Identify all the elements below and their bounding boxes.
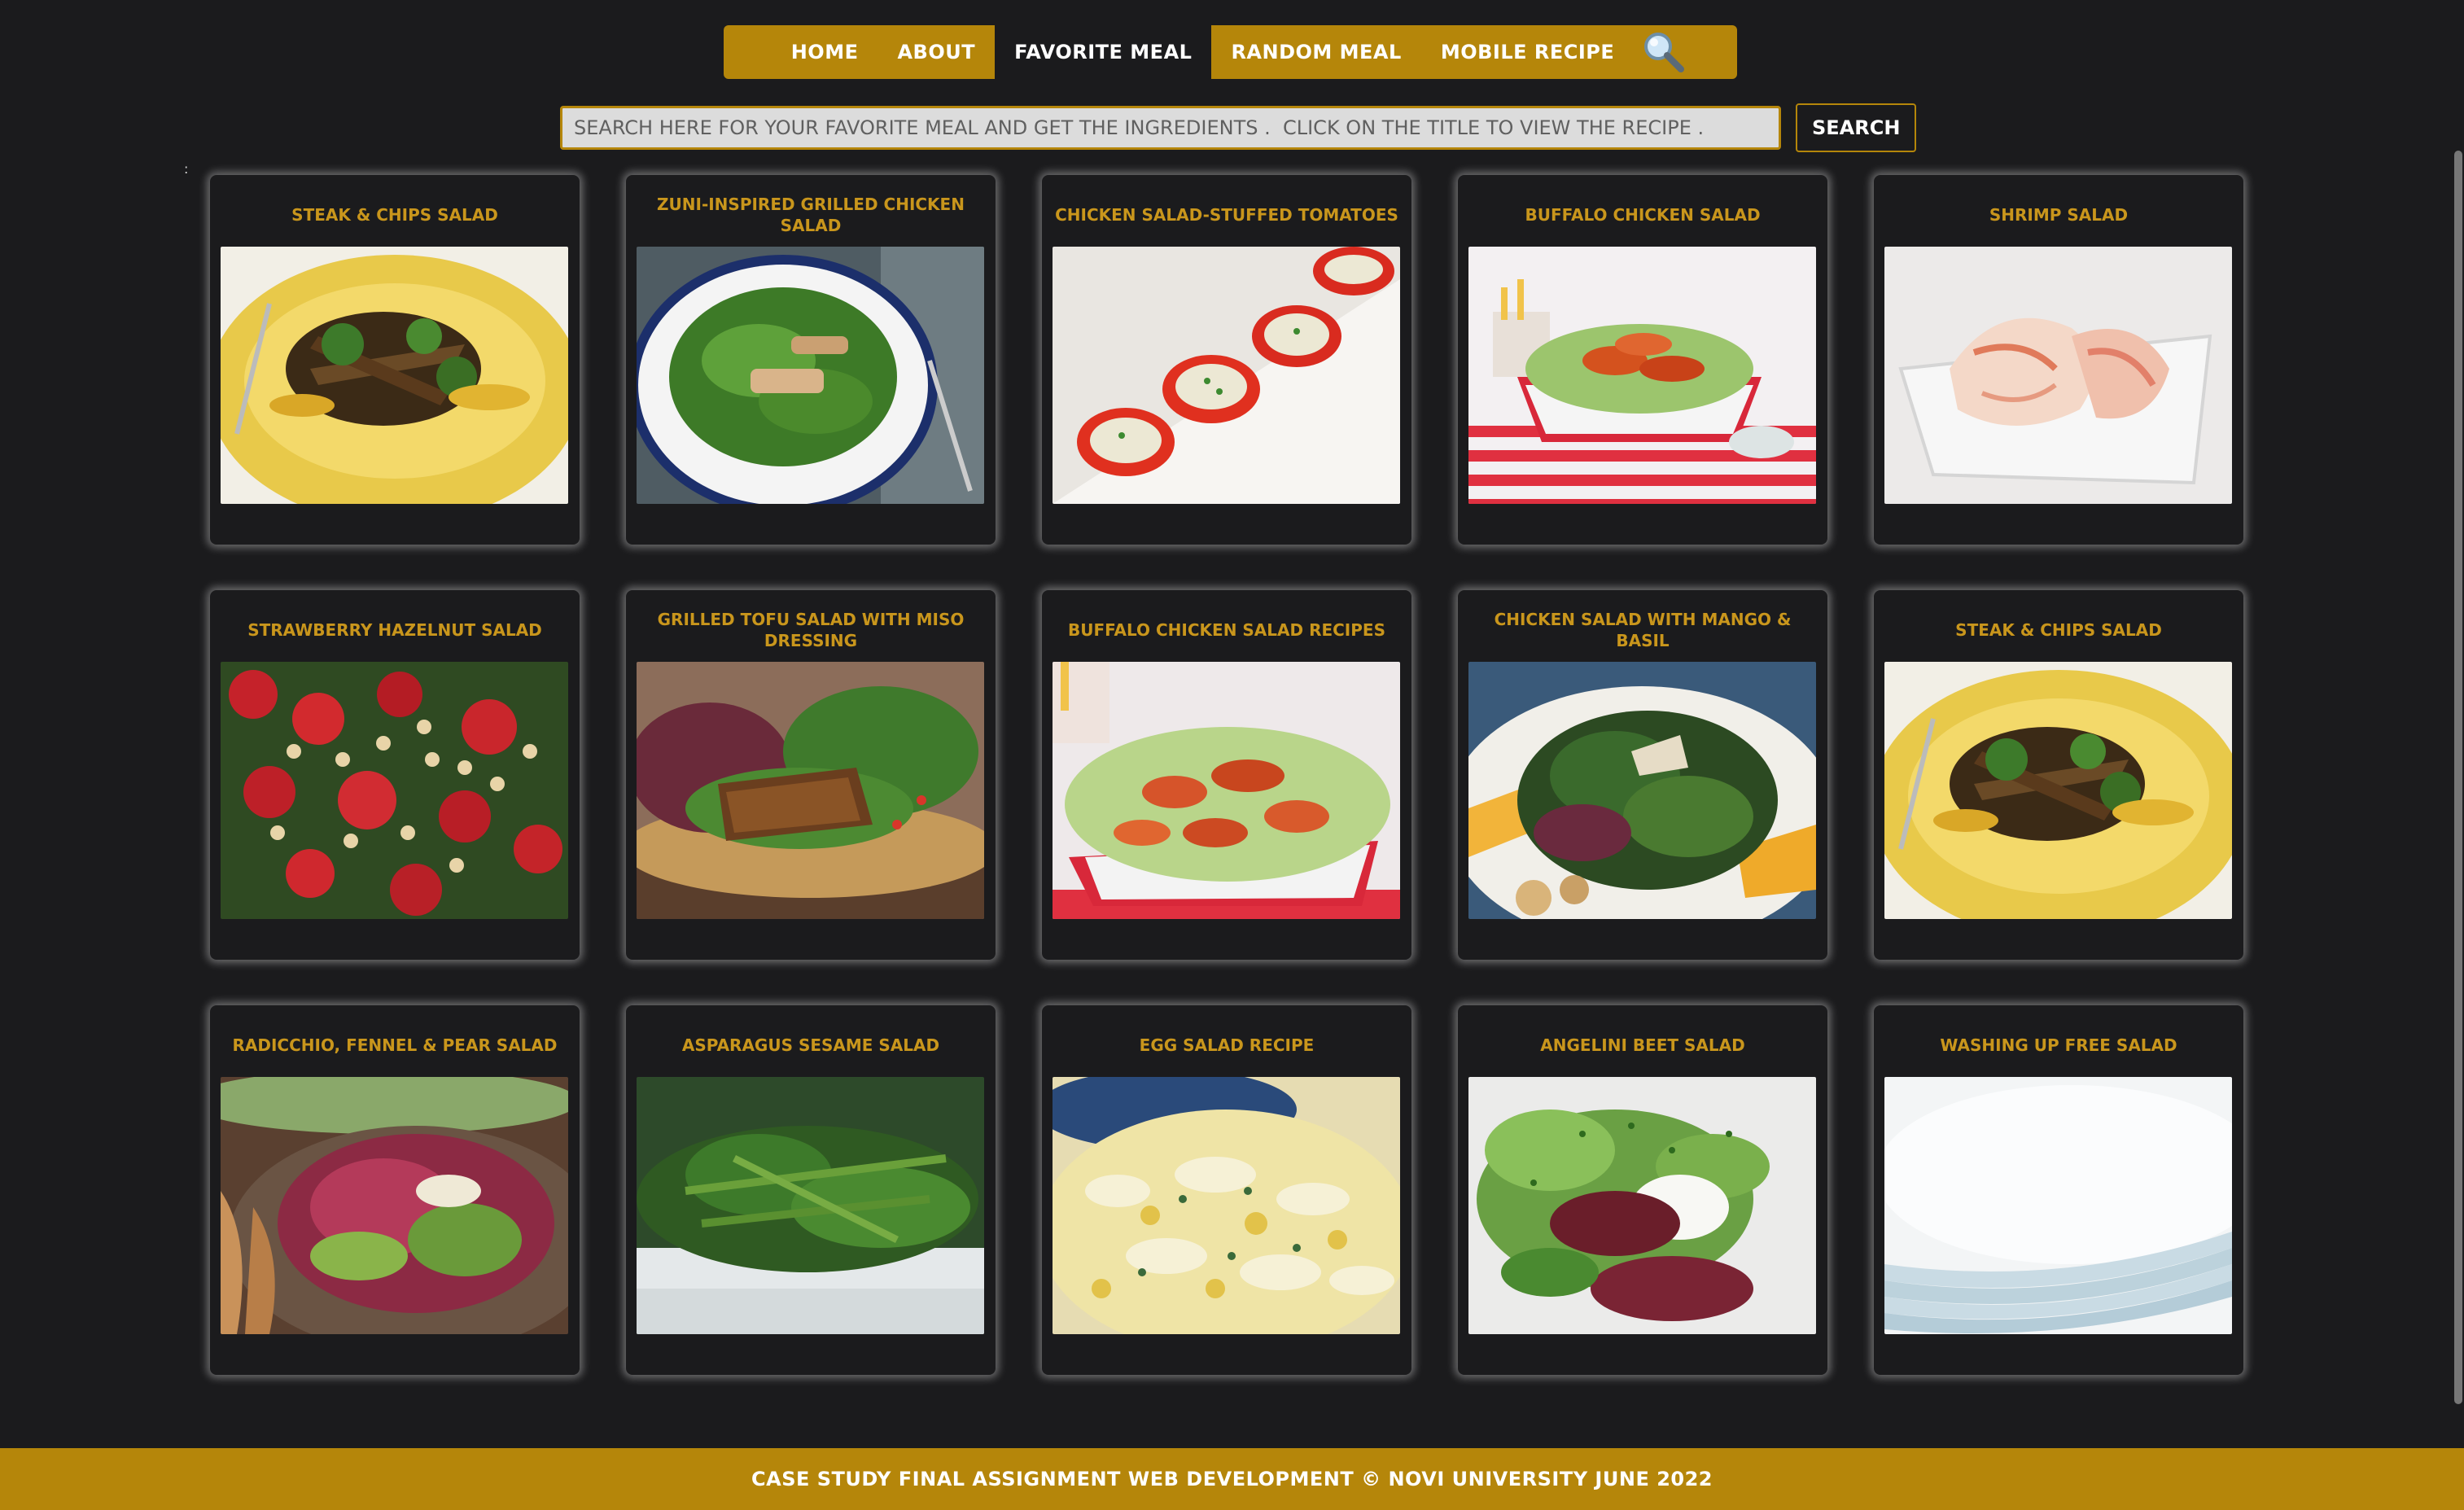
meal-image[interactable] bbox=[221, 662, 568, 919]
meal-title[interactable]: RADICCHIO, FENNEL & PEAR SALAD bbox=[221, 1022, 568, 1069]
meal-image[interactable] bbox=[637, 662, 984, 919]
meal-image[interactable] bbox=[1884, 247, 2232, 504]
nav-item-favorite-meal[interactable]: FAVORITE MEAL bbox=[995, 25, 1212, 79]
main-nav: HOME ABOUT FAVORITE MEAL RANDOM MEAL MOB… bbox=[724, 25, 1737, 79]
meal-image[interactable] bbox=[1884, 1077, 2232, 1334]
meal-title[interactable]: BUFFALO CHICKEN SALAD bbox=[1469, 191, 1816, 239]
search-button[interactable]: SEARCH bbox=[1796, 103, 1917, 152]
meal-image[interactable] bbox=[1053, 1077, 1400, 1334]
meal-title[interactable]: ANGELINI BEET SALAD bbox=[1469, 1022, 1816, 1069]
meal-card[interactable]: CHICKEN SALAD WITH MANGO & BASIL bbox=[1458, 590, 1827, 960]
meal-card[interactable]: GRILLED TOFU SALAD WITH MISO DRESSING bbox=[626, 590, 996, 960]
meal-title[interactable]: STEAK & CHIPS SALAD bbox=[221, 191, 568, 239]
meal-card[interactable]: BUFFALO CHICKEN SALAD bbox=[1458, 175, 1827, 545]
meal-card[interactable]: STEAK & CHIPS SALAD bbox=[1874, 590, 2243, 960]
meal-image[interactable] bbox=[221, 247, 568, 504]
meal-card[interactable]: WASHING UP FREE SALAD bbox=[1874, 1005, 2243, 1375]
meal-card[interactable]: ZUNI-INSPIRED GRILLED CHICKEN SALAD bbox=[626, 175, 996, 545]
meal-card[interactable]: BUFFALO CHICKEN SALAD RECIPES bbox=[1042, 590, 1411, 960]
meal-title[interactable]: ZUNI-INSPIRED GRILLED CHICKEN SALAD bbox=[637, 191, 984, 239]
search-input[interactable] bbox=[560, 106, 1781, 150]
meal-image[interactable] bbox=[1468, 1077, 1816, 1334]
stray-mark: : bbox=[184, 161, 189, 177]
meal-title[interactable]: GRILLED TOFU SALAD WITH MISO DRESSING bbox=[637, 606, 984, 654]
scrollbar-thumb[interactable] bbox=[2454, 151, 2462, 1404]
meal-image[interactable] bbox=[1468, 662, 1816, 919]
meal-card[interactable]: ASPARAGUS SESAME SALAD bbox=[626, 1005, 996, 1375]
meal-title[interactable]: WASHING UP FREE SALAD bbox=[1885, 1022, 2232, 1069]
meal-title[interactable]: CHICKEN SALAD-STUFFED TOMATOES bbox=[1053, 191, 1400, 239]
meal-title[interactable]: CHICKEN SALAD WITH MANGO & BASIL bbox=[1469, 606, 1816, 654]
meal-card[interactable]: SHRIMP SALAD bbox=[1874, 175, 2243, 545]
meal-card[interactable]: EGG SALAD RECIPE bbox=[1042, 1005, 1411, 1375]
meal-card[interactable]: STEAK & CHIPS SALAD bbox=[210, 175, 580, 545]
nav-item-mobile-recipe[interactable]: MOBILE RECIPE bbox=[1421, 25, 1634, 79]
meal-image[interactable] bbox=[1053, 662, 1400, 919]
meal-card[interactable]: RADICCHIO, FENNEL & PEAR SALAD bbox=[210, 1005, 580, 1375]
meal-card[interactable]: CHICKEN SALAD-STUFFED TOMATOES bbox=[1042, 175, 1411, 545]
page-scrollbar[interactable] bbox=[2453, 0, 2464, 1449]
meal-card[interactable]: ANGELINI BEET SALAD bbox=[1458, 1005, 1827, 1375]
footer-text: CASE STUDY FINAL ASSIGNMENT WEB DEVELOPM… bbox=[751, 1468, 1713, 1490]
meal-title[interactable]: STRAWBERRY HAZELNUT SALAD bbox=[221, 606, 568, 654]
meal-title[interactable]: SHRIMP SALAD bbox=[1885, 191, 2232, 239]
meal-grid: STEAK & CHIPS SALAD ZUNI-INSPIRED GRILLE… bbox=[210, 175, 2243, 1375]
meal-card[interactable]: STRAWBERRY HAZELNUT SALAD bbox=[210, 590, 580, 960]
meal-image[interactable] bbox=[221, 1077, 568, 1334]
meal-title[interactable]: BUFFALO CHICKEN SALAD RECIPES bbox=[1053, 606, 1400, 654]
nav-item-about[interactable]: ABOUT bbox=[877, 25, 995, 79]
footer: CASE STUDY FINAL ASSIGNMENT WEB DEVELOPM… bbox=[0, 1448, 2464, 1510]
meal-image[interactable] bbox=[1053, 247, 1400, 504]
meal-image[interactable] bbox=[1468, 247, 1816, 504]
nav-item-home[interactable]: HOME bbox=[772, 25, 878, 79]
search-row: SEARCH bbox=[560, 103, 1917, 152]
nav-item-random-meal[interactable]: RANDOM MEAL bbox=[1211, 25, 1420, 79]
meal-title[interactable]: EGG SALAD RECIPE bbox=[1053, 1022, 1400, 1069]
meal-image[interactable] bbox=[637, 1077, 984, 1334]
meal-image[interactable] bbox=[637, 247, 984, 504]
meal-title[interactable]: ASPARAGUS SESAME SALAD bbox=[637, 1022, 984, 1069]
magnifier-icon[interactable] bbox=[1639, 25, 1689, 79]
meal-image[interactable] bbox=[1884, 662, 2232, 919]
meal-title[interactable]: STEAK & CHIPS SALAD bbox=[1885, 606, 2232, 654]
